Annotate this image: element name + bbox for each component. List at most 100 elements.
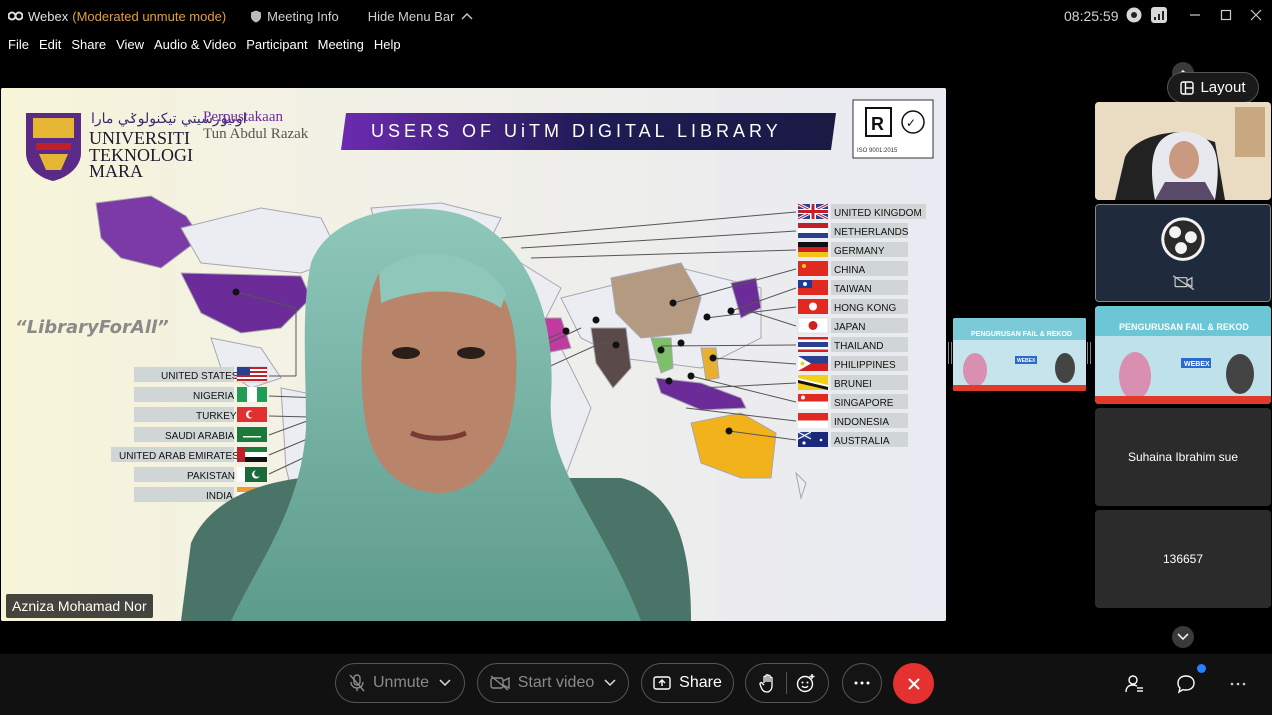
meeting-info-button[interactable]: Meeting Info (250, 9, 339, 24)
network-signal-icon[interactable] (1151, 7, 1167, 23)
scroll-down-button[interactable] (1172, 626, 1194, 648)
shield-icon (251, 10, 262, 22)
more-panels-button[interactable] (1226, 672, 1250, 696)
country-row: PHILIPPINES (798, 356, 908, 371)
country-label: AUSTRALIA (834, 436, 890, 447)
country-label: UNITED STATES (161, 371, 239, 382)
leave-meeting-button[interactable] (893, 663, 934, 704)
menu-meeting[interactable]: Meeting (318, 34, 364, 56)
poster-badge: WEBEX (1184, 361, 1210, 368)
flag-germany-icon (798, 242, 828, 257)
chevron-down-icon[interactable] (439, 679, 451, 687)
country-label: INDIA (206, 491, 233, 502)
participant-tile-poster[interactable]: PENGURUSAN FAIL & REKOD WEBEX (1095, 306, 1271, 404)
participant-tile[interactable]: 136657 (1095, 510, 1271, 608)
flag-turkey-icon (237, 407, 267, 422)
country-label: BRUNEI (834, 379, 872, 390)
meeting-clock: 08:25:59 (1064, 8, 1119, 24)
obs-camera-preview (1096, 205, 1270, 301)
country-label: TURKEY (196, 411, 237, 422)
divider (785, 672, 787, 694)
country-label: JAPAN (834, 322, 866, 333)
add-reaction-icon[interactable] (796, 673, 816, 693)
unmute-label: Unmute (372, 674, 430, 691)
participants-icon (1125, 675, 1143, 693)
country-row: NIGERIA (134, 387, 267, 402)
unmute-button[interactable]: Unmute (335, 663, 465, 703)
flag-uae-icon (237, 447, 267, 462)
participants-button[interactable] (1122, 672, 1146, 696)
chat-button[interactable] (1174, 672, 1198, 696)
flag-uk-icon (797, 202, 829, 221)
country-label: TAIWAN (834, 284, 872, 295)
shared-content-stage[interactable]: USERS OF UiTM DIGITAL LIBRARY اونيۏرسيتي… (1, 88, 946, 621)
participant-tile-video[interactable] (1095, 102, 1271, 200)
app-name: Webex (28, 8, 69, 24)
flag-indonesia-icon (798, 413, 828, 428)
close-window-button[interactable] (1246, 6, 1266, 24)
maximize-button[interactable] (1216, 6, 1236, 24)
slide-title: USERS OF UiTM DIGITAL LIBRARY (371, 121, 782, 141)
share-label: Share (679, 674, 722, 691)
flag-nigeria-icon (237, 387, 267, 402)
country-row: TAIWAN (798, 280, 908, 295)
country-row: TURKEY (134, 407, 267, 422)
flag-philippines-icon (798, 356, 828, 371)
menu-audio-video[interactable]: Audio & Video (154, 34, 236, 56)
chevron-down-icon[interactable] (604, 679, 616, 687)
library-line1: Perpustakaan (203, 109, 283, 125)
country-row: NETHERLANDS (798, 223, 909, 238)
panel-splitter-handle[interactable] (1087, 342, 1091, 364)
left-country-list: UNITED STATES NIGERIA TURKEY SAUDI ARABI… (111, 366, 268, 502)
participant-video-feed (1095, 102, 1271, 200)
recording-icon[interactable] (1126, 7, 1142, 23)
minimize-button[interactable] (1185, 6, 1205, 24)
hide-menu-bar-label: Hide Menu Bar (367, 8, 455, 24)
presenter-name-tag: Azniza Mohamad Nor (6, 594, 153, 618)
menu-edit[interactable]: Edit (39, 34, 61, 56)
hide-menu-bar-button[interactable]: Hide Menu Bar (368, 9, 475, 24)
country-row: JAPAN (797, 317, 908, 334)
share-button[interactable]: Share (641, 663, 734, 703)
maximize-icon (1220, 9, 1232, 21)
country-row: UNITED STATES (134, 366, 268, 383)
country-row: PAKISTAN (134, 467, 267, 482)
menu-participant[interactable]: Participant (246, 34, 307, 56)
layout-button[interactable]: Layout (1167, 72, 1259, 103)
raise-hand-icon[interactable] (758, 673, 777, 693)
country-label: PAKISTAN (187, 471, 235, 482)
meeting-mode: (Moderated unmute mode) (72, 8, 227, 24)
country-label: CHINA (834, 265, 865, 276)
country-row: AUSTRALIA (797, 431, 908, 447)
menu-file[interactable]: File (8, 34, 29, 56)
start-video-button[interactable]: Start video (477, 663, 629, 703)
participant-name: 136657 (1162, 552, 1204, 566)
menu-share[interactable]: Share (71, 34, 106, 56)
more-horizontal-icon (854, 681, 870, 685)
country-label: GERMANY (834, 246, 885, 257)
menu-view[interactable]: View (116, 34, 144, 56)
library-line2: Tun Abdul Razak (203, 126, 309, 142)
participant-tile[interactable]: Suhaina Ibrahim sue (1095, 408, 1271, 506)
meeting-info-label: Meeting Info (267, 8, 339, 24)
country-row: GERMANY (798, 242, 908, 257)
country-row: UNITED ARAB EMIRATES (111, 447, 267, 462)
cert-text: ISO 9001:2015 (857, 148, 898, 154)
mini-poster-thumbnail[interactable]: PENGURUSAN FAIL & REKOD WEBEX (953, 318, 1086, 391)
chat-bubble-icon (1177, 675, 1195, 694)
more-options-button[interactable] (842, 663, 882, 703)
mini-poster-badge: WEBEX (1017, 358, 1036, 364)
meeting-controls-bar: Unmute Start video Share (0, 654, 1272, 715)
slide-hashtag: “LibraryForAll” (15, 317, 169, 338)
country-label: UNITED ARAB EMIRATES (119, 451, 239, 462)
country-row: SINGAPORE (798, 394, 908, 409)
panel-splitter-handle[interactable] (948, 342, 952, 364)
app-title: Webex (Moderated unmute mode) (8, 9, 226, 24)
cert-check-icon: ✓ (906, 116, 916, 130)
title-bar: Webex (Moderated unmute mode) Meeting In… (0, 0, 1272, 32)
menu-help[interactable]: Help (374, 34, 401, 56)
uni-line3: MARA (89, 161, 143, 181)
participant-tile-obs[interactable] (1095, 204, 1271, 302)
svg-text:R: R (871, 114, 884, 134)
country-row: HONG KONG (798, 299, 908, 314)
